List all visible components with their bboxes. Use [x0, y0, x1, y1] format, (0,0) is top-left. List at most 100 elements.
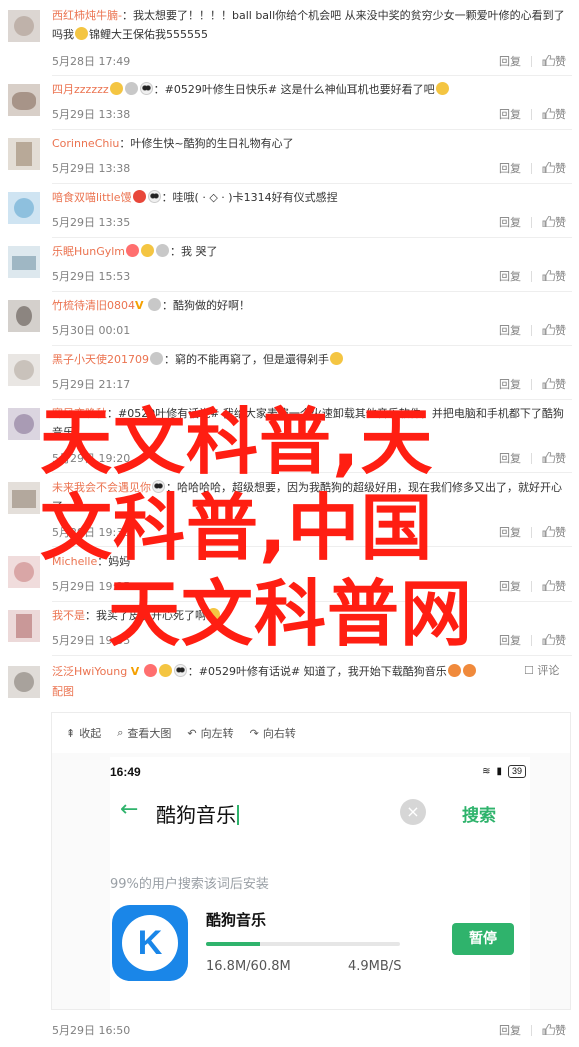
thumb-up-icon [542, 452, 555, 463]
divider [531, 55, 532, 67]
pause-button[interactable]: 暂停 [452, 923, 514, 955]
reply-button[interactable]: 回复 [499, 214, 521, 230]
like-button[interactable]: 赞 [542, 160, 566, 176]
clear-icon[interactable]: × [400, 799, 426, 825]
avatar[interactable] [8, 408, 40, 440]
comment-username[interactable]: Michelle [52, 555, 97, 568]
comment-username[interactable]: 未来我会不会遇见你 [52, 481, 151, 494]
reply-button[interactable]: 回复 [499, 322, 521, 338]
comment-username[interactable]: 四月zzzzzz [52, 83, 109, 96]
comment-action[interactable]: ☐ 评论 [524, 662, 559, 678]
reply-button[interactable]: 回复 [499, 524, 521, 540]
badge-icon [148, 298, 162, 311]
thumb-up-icon [542, 580, 555, 591]
avatar[interactable] [8, 556, 40, 588]
reply-button[interactable]: 回复 [499, 1022, 521, 1038]
comment-username[interactable]: 西红柿炖牛腩- [52, 9, 122, 22]
back-arrow-icon[interactable]: ← [120, 799, 138, 821]
comment-username[interactable]: 黑子小天使201709 [52, 353, 149, 366]
avatar[interactable] [8, 192, 40, 224]
like-button[interactable]: 赞 [542, 632, 566, 648]
comment-body-tail: 锦鲤大王保佑我555555 [89, 28, 208, 41]
avatar[interactable] [8, 482, 40, 514]
comment-text: 寒风恋晚秋：#0529叶修有话说# 我给大家表演一个火速卸载其他音乐软件，并把电… [52, 404, 572, 444]
avatar[interactable] [8, 10, 40, 42]
divider [52, 546, 572, 547]
rotate-left-icon: ↶ [187, 726, 197, 740]
app-name: 酷狗音乐 [206, 911, 267, 929]
star-icon [132, 190, 146, 203]
thumb-up-icon [542, 270, 555, 281]
app-card[interactable]: K 酷狗音乐 16.8M/60.8M 4.9MB/S 暂停 [110, 901, 526, 1009]
emoji-icon [447, 664, 461, 677]
search-input[interactable]: 酷狗音乐 [156, 799, 239, 828]
view-large-button[interactable]: ⌕ 查看大图 [117, 725, 171, 741]
reply-button[interactable]: 回复 [499, 268, 521, 284]
comment-username[interactable]: 我不是 [52, 609, 85, 622]
comment-text: CorinneChiu：叶修生快~酷狗的生日礼物有心了 [52, 134, 572, 153]
reply-button[interactable]: 回复 [499, 160, 521, 176]
divider [531, 378, 532, 390]
reply-button[interactable]: 回复 [499, 53, 521, 69]
like-button[interactable]: 赞 [542, 214, 566, 230]
reply-button[interactable]: 回复 [499, 106, 521, 122]
download-progress-fill [206, 942, 261, 946]
panda-icon [139, 82, 153, 95]
badge-icon [150, 352, 163, 365]
like-button[interactable]: 赞 [542, 106, 566, 122]
avatar[interactable] [8, 84, 40, 116]
avatar[interactable] [8, 246, 40, 278]
rotate-right-icon: ↷ [249, 726, 259, 740]
emoji-icon [462, 664, 476, 677]
avatar[interactable] [8, 666, 40, 698]
comment-time: 5月29日 19:35 [52, 526, 131, 539]
kugou-app-icon[interactable]: K [112, 905, 188, 981]
battery-icon: 39 [507, 765, 526, 778]
divider [52, 601, 572, 602]
like-button[interactable]: 赞 [542, 1022, 566, 1038]
reply-button[interactable]: 回复 [499, 632, 521, 648]
comment-body: ：哇哦( · ◇ · )卡1314好有仪式感捏 [161, 191, 338, 204]
like-button[interactable]: 赞 [542, 376, 566, 392]
avatar[interactable] [8, 354, 40, 386]
thumb-up-icon [542, 162, 555, 173]
reply-button[interactable]: 回复 [499, 450, 521, 466]
like-button[interactable]: 赞 [542, 268, 566, 284]
like-button[interactable]: 赞 [542, 322, 566, 338]
rotate-right-button[interactable]: ↷ 向右转 [250, 725, 296, 741]
status-icons: ≋ ▮ 39 [482, 765, 526, 778]
comment-label: 评论 [537, 664, 560, 677]
comment-username[interactable]: 泛泛HwiYoung [52, 665, 127, 678]
rotate-left-button[interactable]: ↶ 向左转 [187, 725, 233, 741]
comment-meta: 5月29日 19:35 回复 赞 [52, 632, 572, 648]
divider [531, 634, 532, 646]
comment-time: 5月29日 21:17 [52, 378, 131, 391]
like-button[interactable]: 赞 [542, 524, 566, 540]
divider [531, 1024, 532, 1036]
comment-text: 西红柿炖牛腩-：我太想要了！！！！ball ball你给个机会吧 从来没中奖的贫… [52, 6, 572, 46]
comment-username[interactable]: 喑食双喵little馒 [52, 191, 132, 204]
comment-meta: 5月29日 13:38 回复 赞 [52, 106, 572, 122]
search-button[interactable]: 搜索 [462, 801, 496, 826]
reply-button[interactable]: 回复 [499, 578, 521, 594]
magnifier-icon: ⌕ [117, 726, 124, 739]
like-button[interactable]: 赞 [542, 450, 566, 466]
reply-button[interactable]: 回复 [499, 376, 521, 392]
avatar[interactable] [8, 610, 40, 642]
comment-body: ：酷狗做的好啊！ [162, 299, 251, 312]
thumb-up-icon [542, 216, 555, 227]
avatar[interactable] [8, 138, 40, 170]
image-link[interactable]: 配图 [52, 682, 74, 701]
comment-username[interactable]: 寒风恋晚秋 [52, 407, 107, 420]
comment-username[interactable]: CorinneChiu [52, 137, 119, 150]
comment-username[interactable]: 乐眠HunGylm [52, 245, 125, 258]
download-speed: 4.9MB/S [348, 959, 402, 974]
comment-body: ：妈妈 [97, 555, 131, 568]
collapse-button[interactable]: ⇞ 收起 [66, 725, 101, 741]
embedded-image[interactable]: ⇞ 收起 ⌕ 查看大图 ↶ 向左转 ↷ 向右转 16:49 ≋ ▮ 39 ← 酷狗音乐 … [51, 712, 571, 1010]
like-button[interactable]: 赞 [542, 578, 566, 594]
phone-screenshot: 16:49 ≋ ▮ 39 ← 酷狗音乐 × 搜索 99%的用户搜索该词后安装 K [110, 757, 530, 1009]
avatar[interactable] [8, 300, 40, 332]
comment-username[interactable]: 竹梳待清旧0804 [52, 299, 135, 312]
like-button[interactable]: 赞 [542, 53, 566, 69]
